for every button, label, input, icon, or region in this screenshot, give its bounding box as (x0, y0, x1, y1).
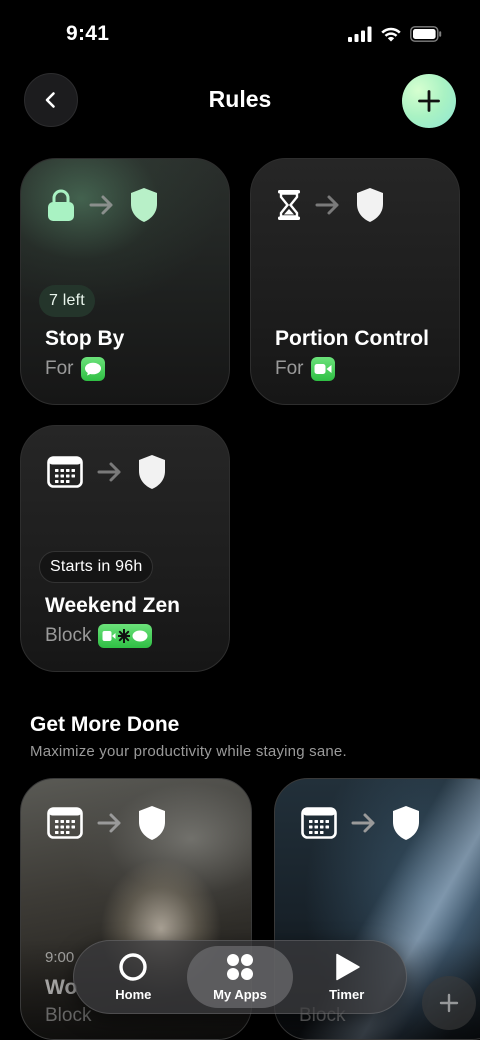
template-subtitle: Block (45, 1005, 92, 1026)
template-time: 9:00 (45, 949, 75, 966)
rule-card-portion-control[interactable]: Portion Control For (250, 158, 460, 405)
circle-icon (119, 953, 148, 981)
plus-icon (439, 993, 459, 1013)
shield-icon (131, 188, 157, 222)
tab-label: My Apps (213, 987, 267, 1002)
calendar-icon (301, 807, 337, 839)
rule-subtitle: For (275, 357, 335, 381)
rule-subtitle: For (45, 357, 105, 381)
arrow-right-icon (315, 195, 339, 215)
grid-icon (227, 954, 253, 980)
status-bar: 9:41 (0, 0, 480, 70)
section-title: Get More Done (30, 713, 180, 736)
arrow-right-icon (351, 813, 375, 833)
wifi-icon (381, 27, 401, 42)
rule-status-pill: Starts in 96h (39, 551, 154, 583)
rules-screen: 9:41 Rules 7 left Stop By For Portion Co… (0, 0, 480, 1040)
rule-flow (47, 187, 159, 223)
play-icon (335, 953, 360, 981)
arrow-right-icon (89, 195, 113, 215)
app-group-icon (98, 624, 153, 648)
rule-title: Portion Control (275, 327, 429, 350)
rule-title: Stop By (45, 327, 125, 350)
plus-icon (418, 90, 440, 112)
rule-title: Weekend Zen (45, 594, 180, 617)
rule-subtitle: Block (45, 624, 153, 648)
rule-status-pill: 7 left (39, 285, 95, 317)
shield-icon (139, 806, 165, 840)
tab-label: Timer (329, 987, 365, 1002)
cellular-signal-icon (348, 26, 372, 42)
add-rule-button[interactable] (402, 74, 456, 128)
rule-flow (47, 454, 167, 490)
template-flow (301, 805, 421, 841)
status-time: 9:41 (66, 22, 110, 45)
tab-bar: Home My Apps Timer (73, 940, 407, 1014)
shield-icon (393, 806, 419, 840)
lock-icon (48, 189, 74, 221)
messages-app-icon (80, 357, 105, 381)
rule-flow (277, 187, 385, 223)
tab-my-apps[interactable]: My Apps (186, 946, 294, 1008)
arrow-right-icon (97, 813, 121, 833)
rule-card-stop-by[interactable]: 7 left Stop By For (20, 158, 230, 405)
rule-subtitle-label: For (45, 358, 74, 379)
add-template-button[interactable] (422, 976, 476, 1030)
shield-icon (139, 455, 165, 489)
status-icons (348, 26, 442, 42)
tab-timer[interactable]: Timer (293, 946, 400, 1008)
rule-card-weekend-zen[interactable]: Starts in 96h Weekend Zen Block (20, 425, 230, 672)
hourglass-icon (278, 190, 300, 220)
tab-label: Home (115, 987, 152, 1002)
rule-subtitle-label: For (275, 358, 304, 379)
arrow-right-icon (97, 462, 121, 482)
tab-home[interactable]: Home (80, 946, 187, 1008)
battery-icon (410, 26, 442, 42)
section-subtitle: Maximize your productivity while staying… (30, 743, 347, 760)
facetime-app-icon (310, 357, 335, 381)
calendar-icon (47, 807, 83, 839)
rule-subtitle-label: Block (45, 625, 92, 646)
calendar-icon (47, 456, 83, 488)
template-flow (47, 805, 167, 841)
shield-icon (357, 188, 383, 222)
